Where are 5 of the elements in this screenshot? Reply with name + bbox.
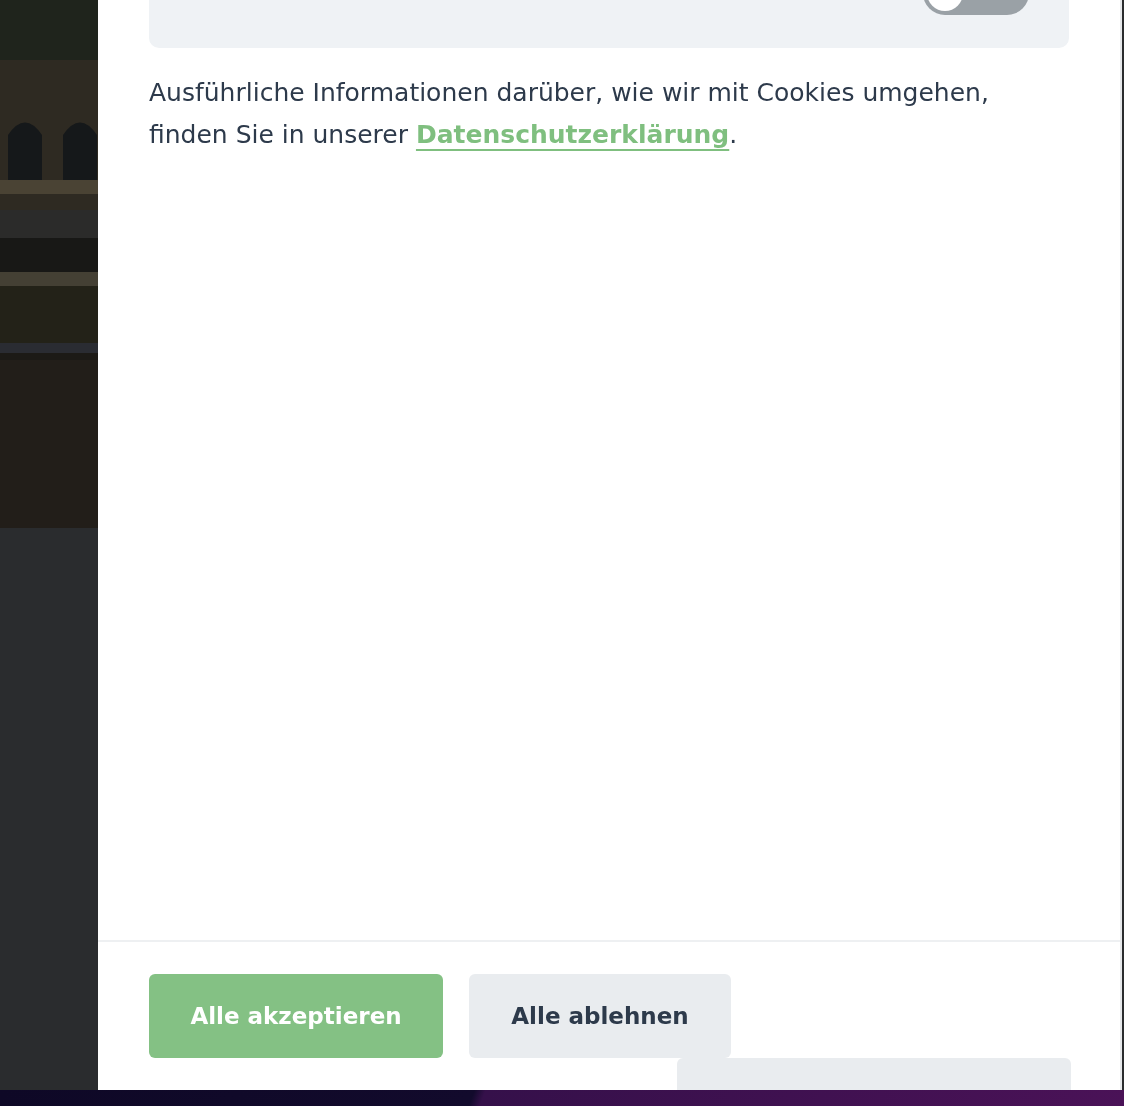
reject-button[interactable]: Alle ablehnen <box>469 974 731 1058</box>
accept-button[interactable]: Alle akzeptieren <box>149 974 443 1058</box>
partial-button[interactable] <box>677 1058 1071 1092</box>
privacy-link[interactable]: Datenschutzerklärung <box>415 120 730 149</box>
info-text: Ausführliche Informationen darüber, wie wir mit Cookies umgehen, finden Sie in unserer Datenschutzerklärung. <box>149 77 990 151</box>
